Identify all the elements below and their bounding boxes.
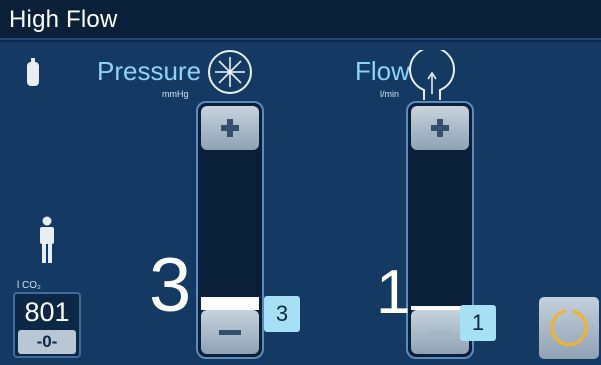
flow-value: 1 (376, 258, 411, 327)
pressure-value: 3 (149, 243, 192, 328)
flow-increase-button[interactable] (411, 106, 469, 150)
pressure-increase-button[interactable] (201, 106, 259, 150)
main-panel (0, 42, 601, 365)
co2-readout[interactable]: 801 -0- (13, 292, 81, 358)
co2-sub-value: -0- (18, 330, 76, 354)
flow-unit: l/min (380, 89, 400, 99)
co2-value: 801 (24, 297, 70, 327)
pressure-level-fill (201, 297, 259, 310)
pressure-setpoint-box[interactable]: 3 (264, 296, 300, 332)
pressure-decrease-button[interactable] (201, 310, 259, 354)
co2-label: l CO₂ (17, 280, 41, 291)
title-bar: High Flow (0, 0, 601, 40)
pressure-unit: mmHg (162, 89, 189, 99)
pressure-slider[interactable] (196, 101, 264, 359)
flow-label: Flow (355, 56, 410, 86)
flow-setpoint-box[interactable]: 1 (460, 305, 496, 341)
flow-loop-icon (409, 50, 455, 100)
pressure-label: Pressure (97, 56, 202, 86)
adult-patient-icon (40, 216, 54, 263)
power-icon (550, 309, 588, 347)
oxygen-cylinder-icon (27, 58, 39, 86)
power-button[interactable] (539, 297, 599, 359)
pressure-dial-icon (208, 50, 252, 94)
screen-title: High Flow (9, 6, 118, 33)
